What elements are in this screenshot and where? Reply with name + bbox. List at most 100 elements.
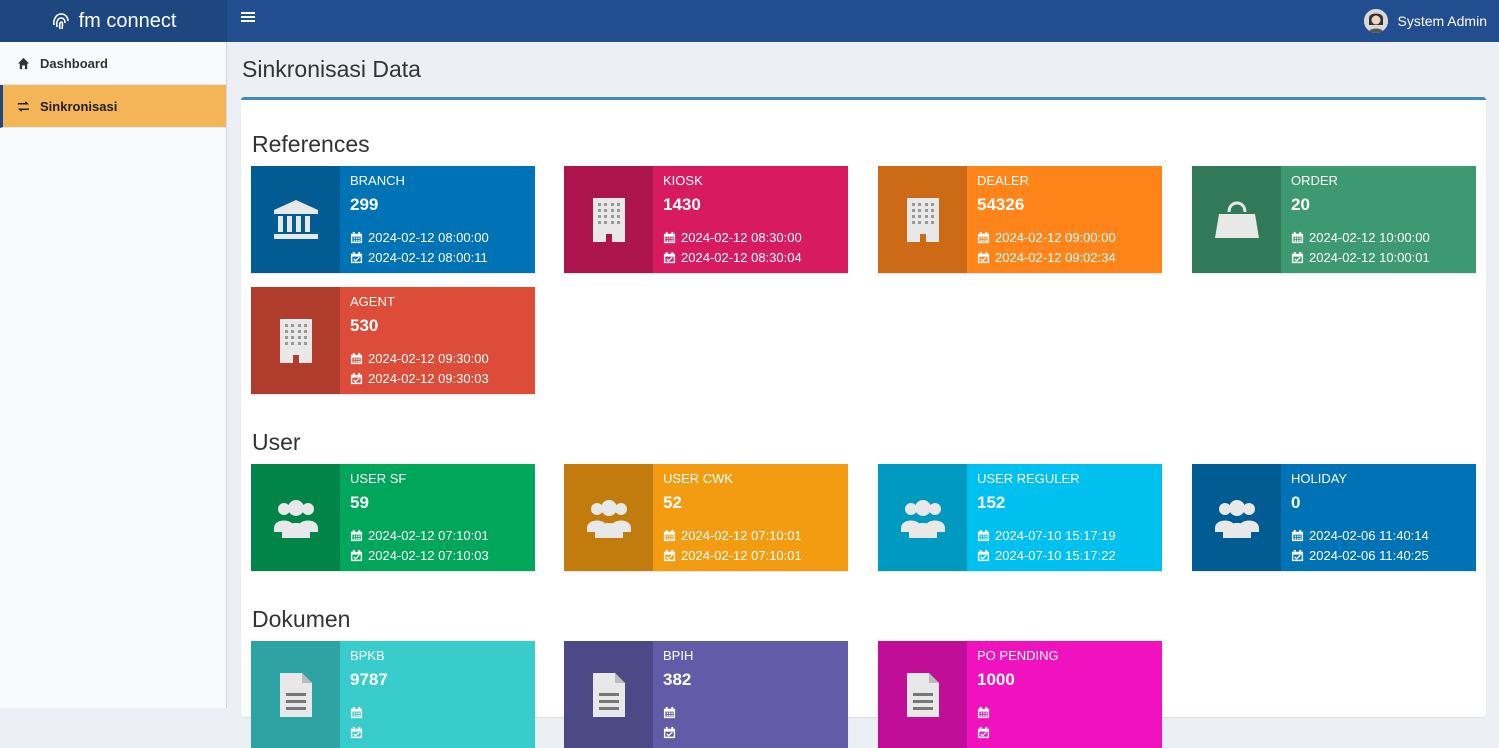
file-icon [251, 641, 340, 748]
calendar-check-icon [663, 251, 676, 264]
users-icon [878, 464, 967, 571]
top-navbar: fm connect System Admin [0, 0, 1499, 42]
sync-end-time-text: 2024-02-12 10:00:01 [1309, 250, 1430, 265]
sync-start-time-text: 2024-02-12 10:00:00 [1309, 230, 1430, 245]
users-icon [1192, 464, 1281, 571]
info-box-content: USER SF 59 2024-02-12 07:10:01 2024-02-12 0… [340, 464, 535, 571]
sync-end-time-text: 2024-02-12 07:10:03 [368, 548, 489, 563]
info-box-count: 9787 [350, 670, 388, 689]
sync-end-time [977, 723, 1152, 742]
info-box-count: 52 [663, 493, 682, 512]
exchange-icon [17, 100, 30, 113]
building-icon [564, 166, 653, 273]
info-box-branch[interactable]: BRANCH 299 2024-02-12 08:00:00 2024-02-12 0… [251, 166, 535, 273]
sync-end-time-text: 2024-02-12 07:10:01 [681, 548, 802, 563]
sync-start-time: 2024-02-12 07:10:01 [350, 526, 525, 545]
info-box-bpkb[interactable]: BPKB 9787 [251, 641, 535, 748]
sync-end-time: 2024-02-12 10:00:01 [1291, 248, 1466, 267]
avatar [1363, 9, 1388, 33]
calendar-check-icon [663, 726, 676, 739]
sync-start-time-text: 2024-02-12 08:30:00 [681, 230, 802, 245]
info-box-content: BRANCH 299 2024-02-12 08:00:00 2024-02-12 0… [340, 166, 535, 273]
info-box-user-cwk[interactable]: USER CWK 52 2024-02-12 07:10:01 2024-02-12 … [564, 464, 848, 571]
info-box-content: DEALER 54326 2024-02-12 09:00:00 2024-02-12… [967, 166, 1162, 273]
info-box-count: 152 [977, 493, 1006, 512]
calendar-check-icon [977, 549, 990, 562]
info-box-user-reguler[interactable]: USER REGULER 152 2024-07-10 15:17:19 2024-0… [878, 464, 1162, 571]
info-box-bpih[interactable]: BPIH 382 [564, 641, 848, 748]
info-box-user-sf[interactable]: USER SF 59 2024-02-12 07:10:01 2024-02-12 0… [251, 464, 535, 571]
info-box-count: 299 [350, 195, 379, 214]
building-icon [878, 166, 967, 273]
sidebar: Dashboard Sinkronisasi [0, 42, 227, 708]
sidebar-item-dashboard[interactable]: Dashboard [0, 42, 226, 85]
calendar-icon [977, 529, 990, 542]
home-icon [17, 57, 30, 70]
sync-end-time: 2024-02-12 07:10:01 [663, 546, 838, 565]
user-menu[interactable]: System Admin [1363, 5, 1487, 37]
calendar-check-icon [350, 549, 363, 562]
info-box-content: USER CWK 52 2024-02-12 07:10:01 2024-02-12 … [653, 464, 848, 571]
info-box-label: DEALER [977, 173, 1030, 188]
sync-start-time: 2024-02-12 10:00:00 [1291, 228, 1466, 247]
calendar-check-icon [977, 726, 990, 739]
info-box-content: HOLIDAY 0 2024-02-06 11:40:14 2024-02-06 11… [1281, 464, 1476, 571]
sync-start-time-text: 2024-07-10 15:17:19 [995, 528, 1116, 543]
sync-start-time [350, 703, 525, 722]
sync-start-time: 2024-02-12 07:10:01 [663, 526, 838, 545]
sidebar-item-sinkronisasi[interactable]: Sinkronisasi [0, 85, 226, 128]
calendar-icon [350, 231, 363, 244]
info-box-count: 1430 [663, 195, 701, 214]
calendar-icon [663, 231, 676, 244]
sync-end-time: 2024-02-06 11:40:25 [1291, 546, 1466, 565]
calendar-check-icon [350, 726, 363, 739]
sync-start-time: 2024-07-10 15:17:19 [977, 526, 1152, 545]
sync-end-time: 2024-02-12 07:10:03 [350, 546, 525, 565]
sync-start-time-text: 2024-02-12 09:00:00 [995, 230, 1116, 245]
calendar-icon [1291, 529, 1304, 542]
sync-start-time-text: 2024-02-12 07:10:01 [368, 528, 489, 543]
info-box-agent[interactable]: AGENT 530 2024-02-12 09:30:00 2024-02-12 09… [251, 287, 535, 394]
users-icon [564, 464, 653, 571]
user-photo-icon [1363, 9, 1388, 33]
menu-toggle-icon[interactable] [241, 10, 255, 24]
sync-start-time: 2024-02-12 08:00:00 [350, 228, 525, 247]
section-title-references: References [252, 131, 370, 157]
sync-end-time: 2024-07-10 15:17:22 [977, 546, 1152, 565]
info-box-content: KIOSK 1430 2024-02-12 08:30:00 2024-02-12 0… [653, 166, 848, 273]
calendar-check-icon [350, 372, 363, 385]
sync-start-time: 2024-02-06 11:40:14 [1291, 526, 1466, 545]
file-icon [878, 641, 967, 748]
sync-start-time: 2024-02-12 09:30:00 [350, 349, 525, 368]
sidebar-item-label: Dashboard [40, 55, 108, 71]
info-box-content: USER REGULER 152 2024-07-10 15:17:19 2024-0… [967, 464, 1162, 571]
sync-end-time [663, 723, 838, 742]
sidebar-item-label: Sinkronisasi [40, 98, 118, 114]
info-box-count: 1000 [977, 670, 1015, 689]
users-icon [251, 464, 340, 571]
sync-panel: References BRANCH 299 2024-02-12 08:00:00 20… [241, 97, 1486, 748]
sync-end-time-text: 2024-02-12 08:30:04 [681, 250, 802, 265]
info-box-content: ORDER 20 2024-02-12 10:00:00 2024-02-12 10:… [1281, 166, 1476, 273]
sync-start-time-text: 2024-02-06 11:40:14 [1309, 528, 1429, 543]
sync-end-time-text: 2024-02-12 08:00:11 [368, 250, 488, 265]
calendar-check-icon [350, 251, 363, 264]
info-box-holiday[interactable]: HOLIDAY 0 2024-02-06 11:40:14 2024-02-06 11… [1192, 464, 1476, 571]
info-box-order[interactable]: ORDER 20 2024-02-12 10:00:00 2024-02-12 10:… [1192, 166, 1476, 273]
sync-start-time: 2024-02-12 08:30:00 [663, 228, 838, 247]
info-box-label: BRANCH [350, 173, 405, 188]
page-title: Sinkronisasi Data [242, 56, 421, 82]
info-box-po-pending[interactable]: PO PENDING 1000 [878, 641, 1162, 748]
main-content: Sinkronisasi Data References BRANCH 299 202… [228, 42, 1499, 748]
calendar-icon [1291, 231, 1304, 244]
app-logo[interactable]: fm connect [0, 0, 227, 42]
info-box-kiosk[interactable]: KIOSK 1430 2024-02-12 08:30:00 2024-02-12 0… [564, 166, 848, 273]
calendar-icon [350, 529, 363, 542]
app-logo-text: fm connect [78, 9, 177, 32]
sync-start-time-text: 2024-02-12 08:00:00 [368, 230, 489, 245]
info-box-count: 59 [350, 493, 369, 512]
calendar-icon [350, 352, 363, 365]
sync-end-time-text: 2024-02-06 11:40:25 [1309, 548, 1429, 563]
info-box-dealer[interactable]: DEALER 54326 2024-02-12 09:00:00 2024-02-12… [878, 166, 1162, 273]
building-icon [251, 287, 340, 394]
